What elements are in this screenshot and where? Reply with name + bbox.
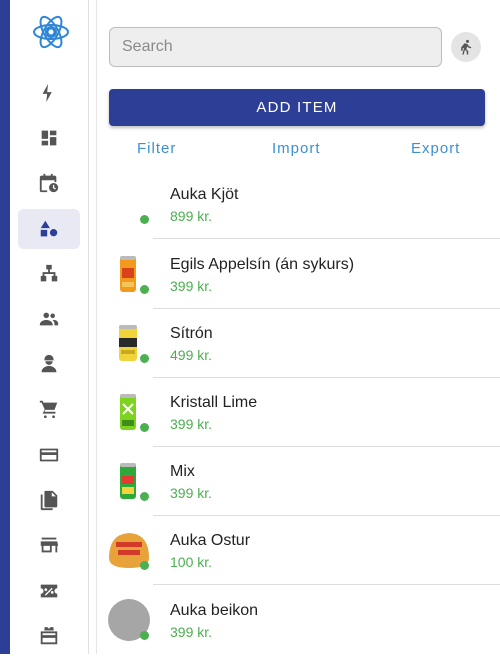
item-name: Auka Ostur (170, 532, 251, 549)
nav-item-gift-cards[interactable] (18, 616, 80, 656)
cart-icon (39, 400, 58, 419)
import-link[interactable]: Import (272, 140, 321, 157)
list-item[interactable]: Egils Appelsín (án sykurs) 399 kr. (97, 240, 500, 309)
status-dot (140, 492, 149, 501)
status-dot (140, 285, 149, 294)
list-item[interactable]: Mix 399 kr. (97, 447, 500, 516)
people-icon (39, 312, 59, 326)
add-item-button[interactable]: ADD ITEM (109, 89, 485, 126)
dashboard-icon (41, 130, 57, 146)
nav-item-payments[interactable] (18, 435, 80, 475)
item-price: 399 kr. (170, 416, 213, 432)
nav-item-documents[interactable] (18, 480, 80, 520)
nav-item-items[interactable] (18, 209, 80, 249)
item-price: 399 kr. (170, 624, 213, 640)
running-person-icon (461, 39, 472, 55)
row-divider (153, 584, 500, 585)
list-item[interactable]: Sítrón 499 kr. (97, 309, 500, 378)
item-name: Auka Kjöt (170, 186, 239, 203)
shapes-icon (40, 220, 58, 237)
status-dot (140, 631, 149, 640)
action-bar: Filter Import Export (97, 140, 500, 160)
list-item[interactable]: Kristall Lime 399 kr. (97, 378, 500, 447)
nav-item-discounts[interactable] (18, 571, 80, 611)
nav-item-cart[interactable] (18, 389, 80, 429)
sidebar-edge-bar (0, 0, 10, 654)
list-item[interactable]: Auka beikon 399 kr. (97, 586, 500, 655)
status-dot (140, 215, 149, 224)
item-price: 399 kr. (170, 485, 213, 501)
nav-item-worker[interactable] (18, 344, 80, 384)
app-logo[interactable] (31, 10, 71, 54)
worker-icon (41, 354, 57, 373)
status-dot (140, 354, 149, 363)
nav-item-store[interactable] (18, 525, 80, 565)
item-name: Sítrón (170, 325, 213, 342)
item-price: 399 kr. (170, 278, 213, 294)
row-divider (153, 238, 500, 239)
sidebar-nav (10, 0, 88, 654)
calendar-clock-icon (39, 173, 59, 193)
credit-card-icon (39, 448, 59, 462)
sidebar-divider (88, 0, 89, 654)
filter-link[interactable]: Filter (137, 140, 176, 157)
item-name: Auka beikon (170, 602, 259, 619)
export-link[interactable]: Export (411, 140, 460, 157)
list-item[interactable]: Auka Kjöt 899 kr. (97, 170, 500, 239)
item-name: Kristall Lime (170, 394, 258, 411)
nav-item-dashboard[interactable] (18, 118, 80, 158)
org-chart-icon (40, 264, 58, 282)
discount-icon (40, 584, 58, 598)
item-price: 499 kr. (170, 347, 213, 363)
store-icon (40, 537, 59, 553)
runner-button[interactable] (451, 32, 481, 62)
item-name: Egils Appelsín (án sykurs) (170, 256, 355, 273)
status-dot (140, 561, 149, 570)
documents-icon (40, 490, 58, 511)
nav-item-calendar[interactable] (18, 163, 80, 203)
bolt-icon (42, 83, 52, 103)
item-price: 100 kr. (170, 554, 213, 570)
list-item[interactable]: Auka Ostur 100 kr. (97, 516, 500, 585)
status-dot (140, 423, 149, 432)
items-panel: ADD ITEM Filter Import Export Auka Kjöt … (97, 0, 500, 654)
nav-item-bolt[interactable] (18, 73, 80, 113)
item-name: Mix (170, 463, 195, 480)
nav-item-people[interactable] (18, 299, 80, 339)
search-input[interactable] (109, 27, 442, 67)
nav-item-org[interactable] (18, 254, 80, 294)
item-price: 899 kr. (170, 208, 213, 224)
gift-card-icon (40, 627, 58, 645)
